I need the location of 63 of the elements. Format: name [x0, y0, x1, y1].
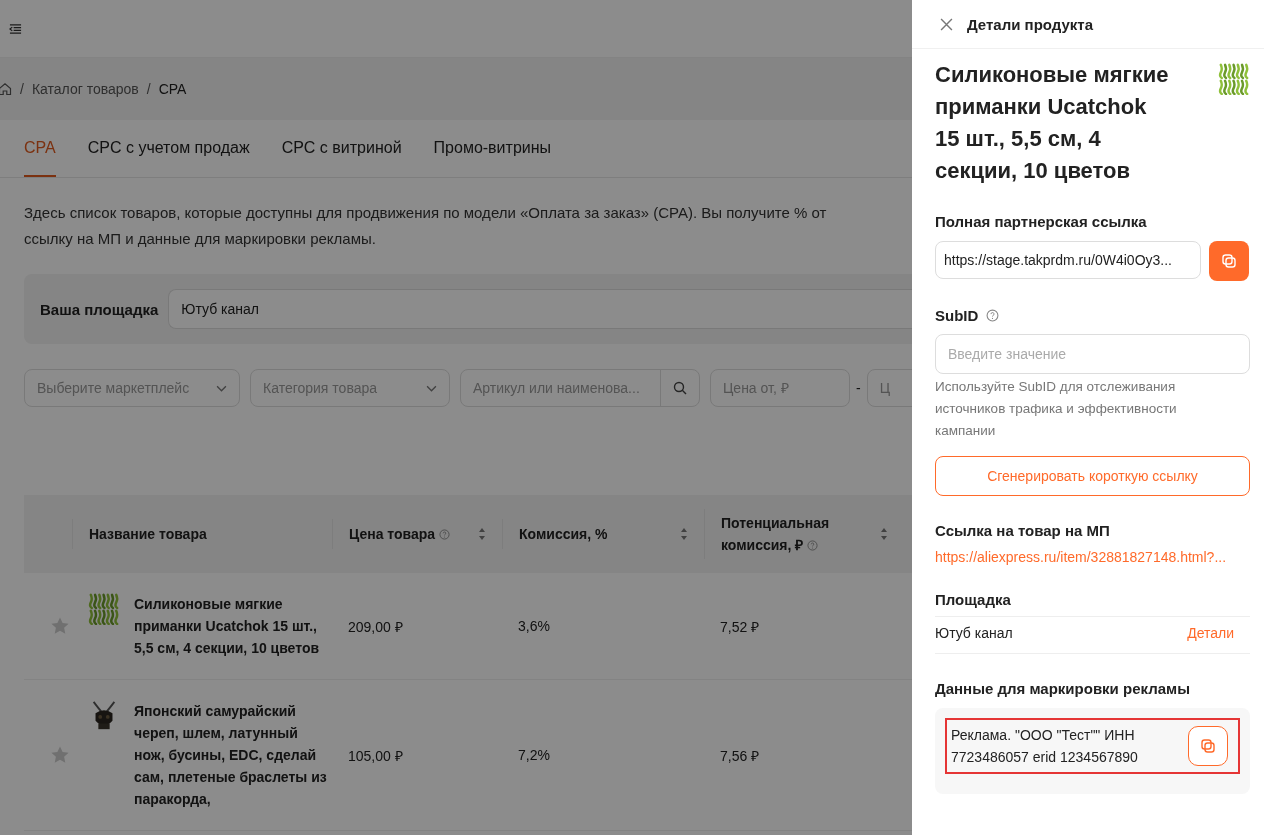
affiliate-link-field[interactable]: https://stage.takprdm.ru/0W4i0Oy3... — [935, 241, 1201, 279]
drawer-title: Детали продукта — [967, 15, 1094, 33]
tab[interactable]: CPC с учетом продаж — [87, 120, 250, 177]
copy-icon — [1221, 253, 1237, 269]
potential-commission-cell-text: 7,56 ₽ — [719, 746, 761, 765]
subid-field[interactable]: Введите значение — [935, 334, 1250, 374]
platform-label: Ваша площадка — [40, 300, 159, 318]
home-icon[interactable] — [0, 82, 12, 96]
dim-overlay[interactable] — [0, 0, 912, 835]
copy-icon — [1200, 738, 1216, 754]
range-dash: - — [856, 380, 861, 396]
product-thumbnail — [1218, 63, 1250, 95]
generate-short-link-button[interactable]: Сгенерировать короткую ссылку — [935, 456, 1250, 496]
description-text: Здесь список товаров, которые доступны для продвижения по модели «Оплата за заказ» (CPA). Вы получите % от — [24, 203, 828, 223]
tab[interactable]: CPA — [24, 120, 56, 177]
column-header[interactable]: Цена товара — [332, 519, 502, 549]
search-icon[interactable] — [673, 381, 687, 395]
favorite-star-icon[interactable] — [50, 616, 70, 636]
price-field[interactable]: Цена от, ₽ — [710, 369, 850, 407]
price-cell-text: 209,00 ₽ — [347, 617, 404, 636]
copy-button[interactable] — [1188, 726, 1228, 766]
column-header[interactable]: Потенциальная комиссия, ₽ — [704, 509, 904, 559]
product-name[interactable]: Силиконовые мягкие приманки Ucatchok 15 шт., 5,5 см, 4 секции, 10 цветов — [134, 593, 332, 659]
close-icon[interactable] — [940, 17, 953, 31]
product-thumbnail — [88, 593, 120, 625]
price-field[interactable]: Ц — [866, 369, 912, 407]
marketplace-link[interactable]: https://aliexpress.ru/item/32881827148.html?... — [935, 549, 1250, 565]
breadcrumb-separator: / — [146, 81, 151, 97]
product-title: Силиконовые мягкие приманки Ucatchok 15 шт., 5,5 см, 4 секции, 10 цветов — [935, 61, 1170, 185]
section-label: Полная партнерская ссылка — [935, 213, 1148, 230]
price-cell-text: 105,00 ₽ — [347, 746, 404, 765]
commission-cell-text: 3,6% — [517, 618, 551, 634]
menu-icon[interactable] — [9, 22, 22, 35]
sort-icon[interactable] — [478, 527, 486, 541]
help-icon — [986, 309, 1000, 322]
ad-marking-text: Реклама. "ООО "Тест"" ИНН 7723486057 erid 1234567890 — [951, 726, 1139, 767]
breadcrumb-link[interactable]: Каталог товаров — [31, 81, 139, 97]
sort-icon[interactable] — [680, 527, 688, 541]
description-text: ссылку на МП и данные для маркировки рекламы. — [24, 229, 377, 249]
section-label: SubID — [935, 307, 979, 324]
section-label: Площадка — [935, 591, 1250, 617]
platform-name: Ютуб канал — [935, 625, 1013, 641]
column-header[interactable]: Комиссия, % — [502, 519, 704, 549]
section-label: Ссылка на товар на МП — [935, 522, 1111, 539]
potential-commission-cell-text: 7,52 ₽ — [719, 617, 761, 636]
chevron-down-icon[interactable] — [426, 384, 437, 392]
tab[interactable]: Промо-витрины — [433, 120, 552, 177]
column-header: Название товара — [72, 519, 332, 549]
breadcrumb-separator: / — [20, 81, 24, 97]
section-label: Данные для маркировки рекламы — [935, 680, 1191, 697]
help-icon — [439, 529, 450, 540]
favorite-star-icon[interactable] — [50, 745, 70, 765]
help-icon — [807, 540, 819, 551]
copy-button[interactable] — [1209, 241, 1249, 281]
chevron-down-icon[interactable] — [216, 384, 227, 392]
details-link[interactable]: Детали — [1187, 625, 1234, 641]
sort-icon[interactable] — [880, 527, 888, 541]
breadcrumb-current: CPA — [158, 81, 187, 97]
platform-select[interactable]: Ютуб канал — [168, 289, 912, 329]
product-name[interactable]: Японский самурайский череп, шлем, латунный нож, бусины, EDC, сделай сам, плетеные браслеты из паракорда, — [134, 700, 332, 810]
commission-cell-text: 7,2% — [517, 747, 551, 763]
subid-hint: Используйте SubID для отслеживания источников трафика и эффективности кампании — [935, 378, 1178, 440]
tab[interactable]: CPC с витриной — [281, 120, 402, 177]
